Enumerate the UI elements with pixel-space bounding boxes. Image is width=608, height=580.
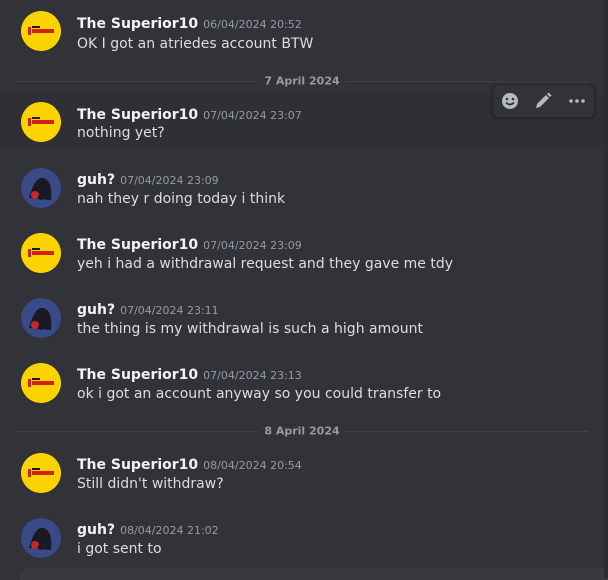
avatar[interactable]: [21, 298, 61, 338]
timestamp: 07/04/2024 23:07: [203, 109, 302, 122]
message-text: ok i got an account anyway so you could …: [77, 386, 442, 402]
scrollbar[interactable]: [604, 0, 608, 578]
message[interactable]: guh? 07/04/2024 23:11 the thing is my wit…: [0, 291, 604, 351]
timestamp: 08/04/2024 20:54: [203, 459, 302, 472]
more-button[interactable]: [563, 87, 591, 115]
timestamp: 07/04/2024 23:09: [203, 239, 302, 252]
message[interactable]: The Superior10 08/04/2024 20:54 Still did…: [0, 446, 604, 506]
message-text: nothing yet?: [77, 125, 165, 141]
superior-logo-icon: [21, 453, 61, 493]
timestamp: 06/04/2024 20:52: [203, 18, 302, 31]
message-input-bar[interactable]: [20, 568, 608, 580]
add-reaction-button[interactable]: [496, 87, 524, 115]
date-divider: 7 April 2024: [16, 74, 588, 88]
guh-avatar-icon: [21, 518, 61, 558]
date-divider-label: 8 April 2024: [258, 424, 346, 438]
username[interactable]: The Superior10: [77, 457, 198, 473]
avatar[interactable]: [21, 11, 61, 51]
username[interactable]: The Superior10: [77, 367, 198, 383]
timestamp: 07/04/2024 23:09: [120, 174, 219, 187]
add-reaction-icon: [501, 93, 518, 109]
username[interactable]: The Superior10: [77, 107, 198, 123]
username[interactable]: guh?: [77, 302, 115, 318]
username[interactable]: The Superior10: [77, 16, 198, 32]
message-text: nah they r doing today i think: [77, 191, 286, 207]
avatar[interactable]: [21, 168, 61, 208]
timestamp: 08/04/2024 21:02: [120, 524, 219, 537]
message-text: Still didn't withdraw?: [77, 476, 224, 492]
message-text: yeh i had a withdrawal request and they …: [77, 256, 454, 272]
superior-logo-icon: [21, 11, 61, 51]
message[interactable]: The Superior10 07/04/2024 23:13 ok i got …: [0, 356, 604, 416]
avatar[interactable]: [21, 102, 61, 142]
avatar[interactable]: [21, 518, 61, 558]
superior-logo-icon: [21, 102, 61, 142]
message[interactable]: guh? 07/04/2024 23:09 nah they r doing to…: [0, 161, 604, 221]
avatar[interactable]: [21, 363, 61, 403]
username[interactable]: guh?: [77, 522, 115, 538]
timestamp: 07/04/2024 23:13: [203, 369, 302, 382]
guh-avatar-icon: [21, 168, 61, 208]
edit-icon: [536, 92, 552, 108]
avatar[interactable]: [21, 453, 61, 493]
message-text: the thing is my withdrawal is such a hig…: [77, 321, 424, 337]
date-divider-label: 7 April 2024: [258, 74, 346, 88]
message-text: i got sent to: [77, 541, 162, 557]
date-divider: 8 April 2024: [16, 424, 588, 438]
guh-avatar-icon: [21, 298, 61, 338]
superior-logo-icon: [21, 363, 61, 403]
timestamp: 07/04/2024 23:11: [120, 304, 219, 317]
avatar[interactable]: [21, 233, 61, 273]
superior-logo-icon: [21, 233, 61, 273]
message-toolbar: [492, 84, 595, 118]
edit-button[interactable]: [529, 87, 557, 115]
username[interactable]: guh?: [77, 172, 115, 188]
message[interactable]: The Superior10 07/04/2024 23:09 yeh i had…: [0, 226, 604, 286]
message[interactable]: The Superior10 06/04/2024 20:52 OK I got …: [0, 0, 604, 60]
username[interactable]: The Superior10: [77, 237, 198, 253]
message-text: OK I got an atriedes account BTW: [77, 36, 314, 52]
message[interactable]: guh? 08/04/2024 21:02 i got sent to: [0, 511, 604, 568]
more-icon: [569, 99, 585, 103]
